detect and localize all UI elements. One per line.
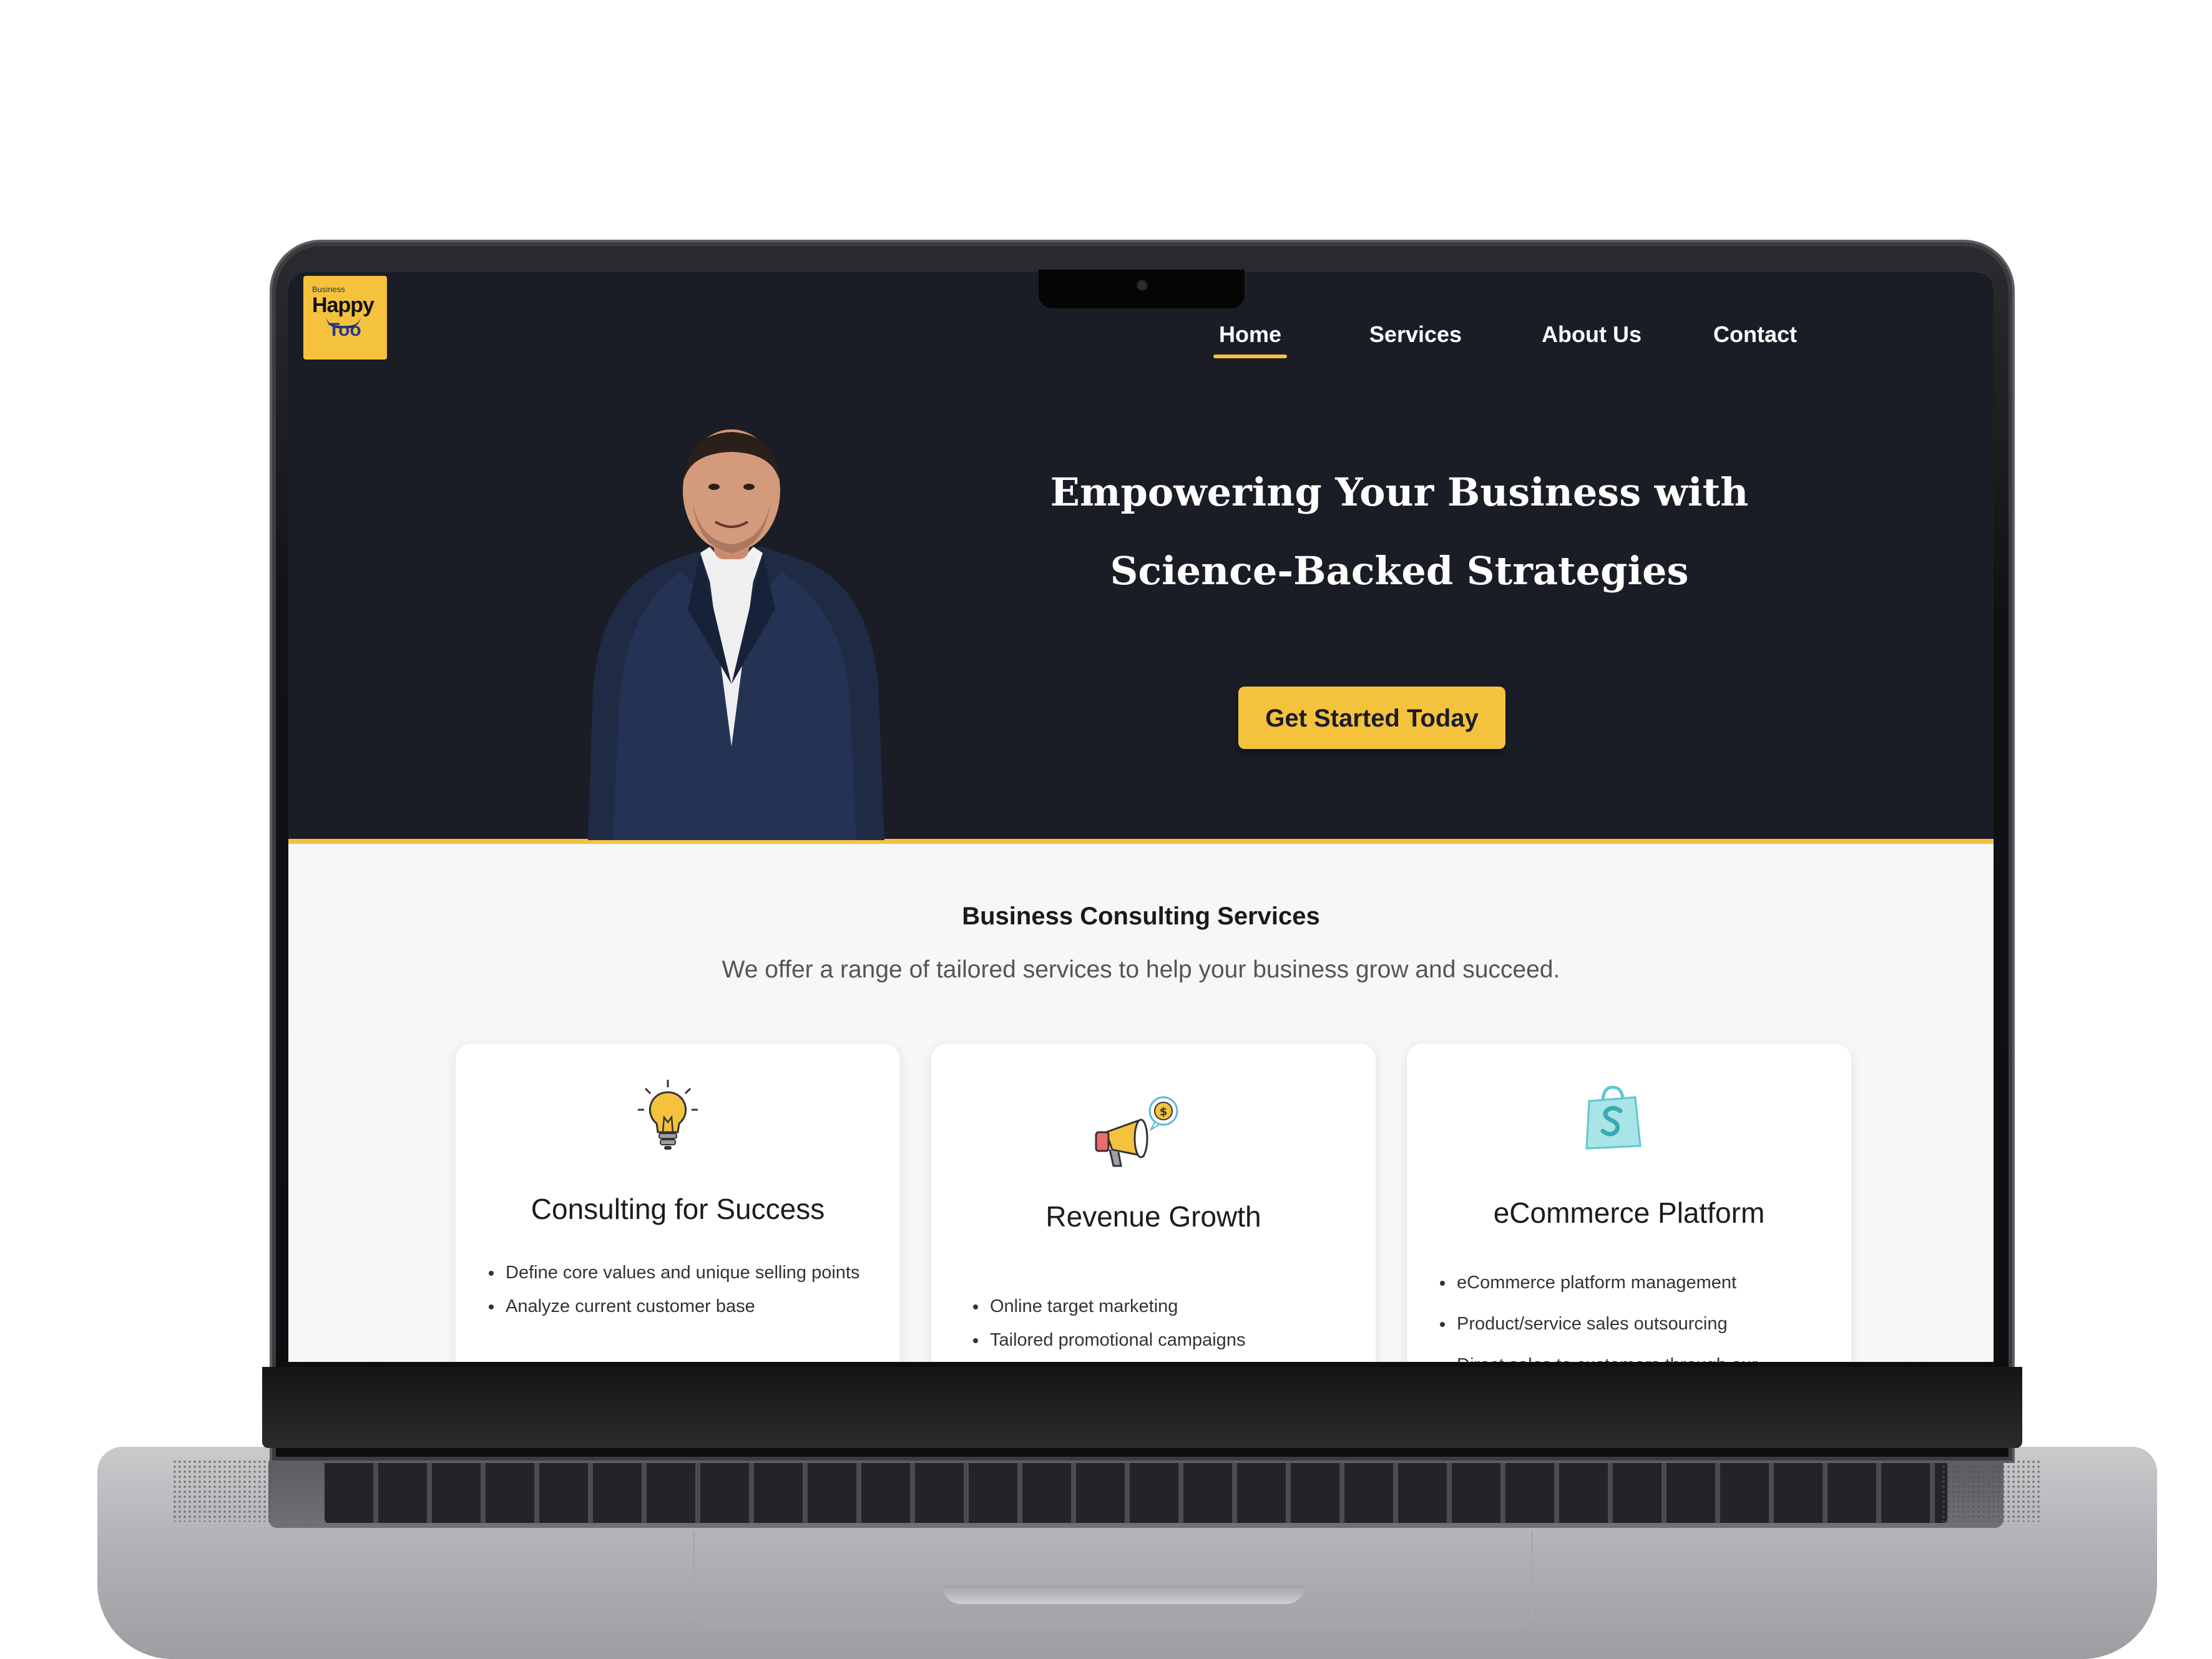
- megaphone-icon: $: [1095, 1096, 1178, 1167]
- logo-text-happy: Happy: [312, 293, 374, 317]
- lightbulb-icon: [638, 1080, 698, 1150]
- card-list-revenue: Online target marketing Tailored promoti…: [962, 1290, 1362, 1357]
- nav-about-us[interactable]: About Us: [1537, 316, 1647, 353]
- speaker-grille-right: [1941, 1459, 2041, 1522]
- main-nav: Home Services About Us Contact: [288, 316, 1994, 360]
- get-started-button[interactable]: Get Started Today: [1238, 687, 1505, 749]
- card-title-consulting: Consulting for Success: [531, 1193, 825, 1225]
- list-item: eCommerce platform management: [1454, 1262, 1841, 1303]
- hero-title-line2: Science-Backed Strategies: [1110, 547, 1689, 594]
- website-screen: Business Happy Too Home Services About U…: [288, 272, 1994, 1362]
- trackpad: [693, 1530, 1533, 1626]
- nav-contact[interactable]: Contact: [1706, 316, 1804, 353]
- nav-home[interactable]: Home: [1213, 316, 1287, 358]
- list-item: Product/service sales outsourcing: [1454, 1303, 1841, 1344]
- lid-thumb-notch: [942, 1585, 1304, 1604]
- card-title-revenue: Revenue Growth: [1045, 1200, 1261, 1233]
- camera-icon: [1137, 280, 1148, 291]
- service-card-revenue[interactable]: $ Revenue Growth Online target marketing…: [931, 1044, 1376, 1362]
- services-section-subtitle: We offer a range of tailored services to…: [722, 956, 1560, 983]
- list-item: Analyze current customer base: [503, 1290, 878, 1323]
- speaker-grille-left: [172, 1459, 272, 1522]
- card-list-consulting: Define core values and unique selling po…: [478, 1256, 878, 1323]
- consultant-portrait: [588, 429, 884, 840]
- list-item: Online target marketing: [987, 1290, 1362, 1323]
- shopping-bag-icon: [1585, 1085, 1642, 1150]
- hero-section: Business Happy Too Home Services About U…: [288, 272, 1994, 844]
- svg-text:$: $: [1160, 1105, 1168, 1118]
- card-list-ecommerce: eCommerce platform management Product/se…: [1429, 1262, 1841, 1362]
- laptop-bezel-bottom: [262, 1367, 2022, 1448]
- list-item: Tailored promotional campaigns: [987, 1323, 1362, 1357]
- camera-notch: [1039, 270, 1245, 308]
- hero-title-line1: Empowering Your Business with: [1050, 469, 1749, 515]
- card-title-ecommerce: eCommerce Platform: [1493, 1197, 1765, 1229]
- logo-text-business: Business: [312, 285, 345, 294]
- service-card-ecommerce[interactable]: eCommerce Platform eCommerce platform ma…: [1407, 1044, 1851, 1362]
- nav-services[interactable]: Services: [1366, 316, 1466, 353]
- service-card-consulting[interactable]: Consulting for Success Define core value…: [456, 1044, 900, 1362]
- keyboard-keys: [325, 1458, 1947, 1523]
- list-item: Direct sales to customers through our: [1454, 1344, 1841, 1362]
- hero-title: Empowering Your Business with Science-Ba…: [1012, 453, 1786, 610]
- services-section-title: Business Consulting Services: [962, 903, 1320, 930]
- list-item: Define core values and unique selling po…: [503, 1256, 878, 1290]
